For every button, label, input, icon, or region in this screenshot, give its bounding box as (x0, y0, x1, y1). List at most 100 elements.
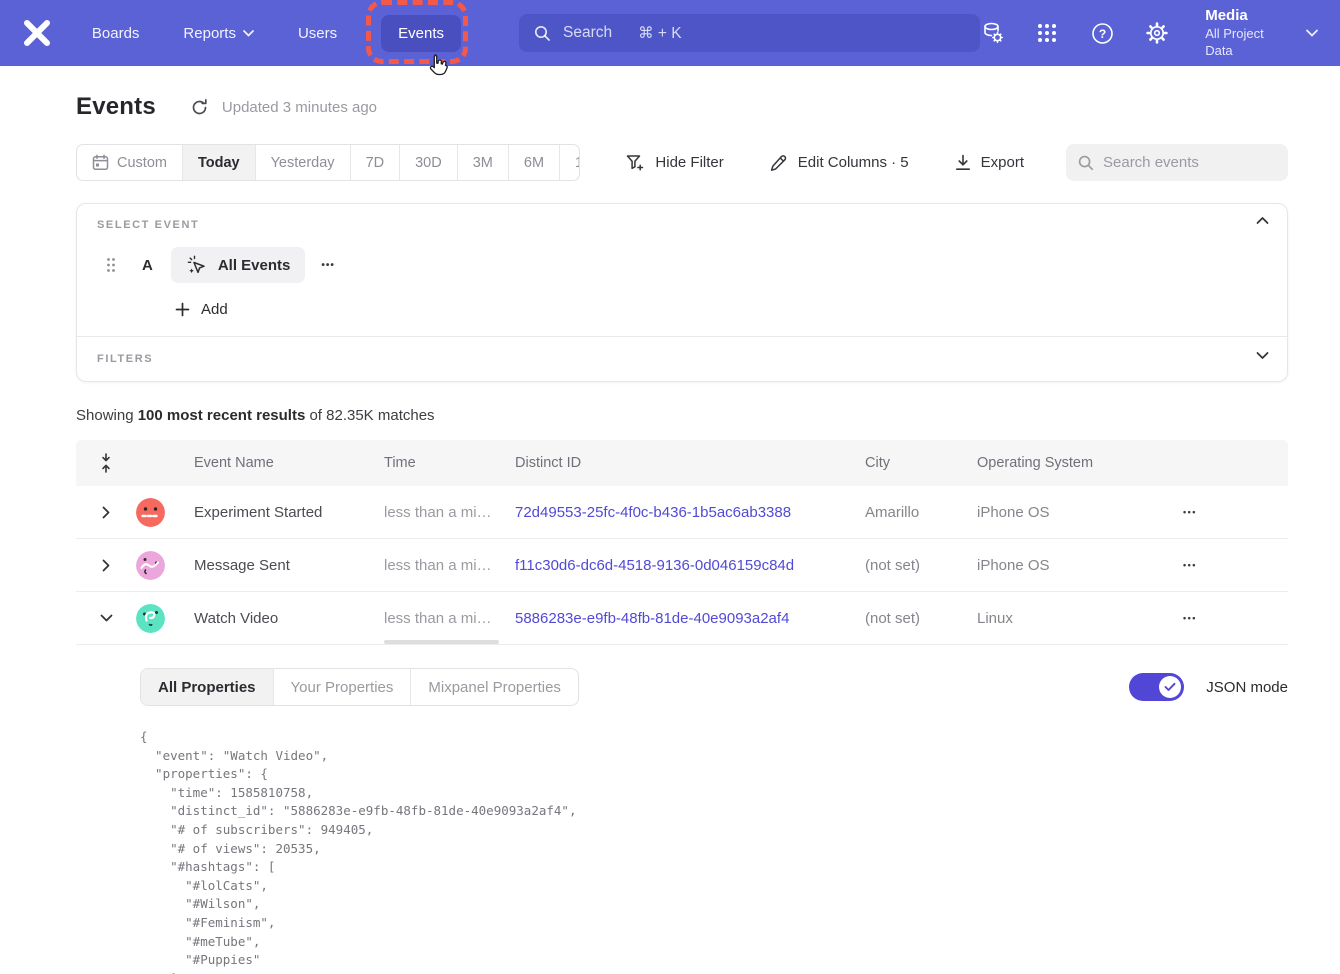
event-more-options-icon[interactable]: ••• (321, 260, 335, 271)
code-line: "#lolCats", (140, 877, 1288, 896)
date-range-today[interactable]: Today (183, 145, 256, 180)
results-summary: Showing 100 most recent results of 82.35… (76, 407, 1288, 424)
code-line: "properties": { (140, 765, 1288, 784)
project-switcher[interactable]: Media All Project Data (1205, 6, 1318, 59)
date-range-custom[interactable]: Custom (77, 145, 183, 180)
nav-item-label: Boards (92, 25, 140, 42)
mixpanel-logo-icon[interactable] (20, 16, 54, 50)
search-icon (534, 25, 551, 42)
drag-handle-icon[interactable] (106, 257, 116, 273)
code-line: "#Puppies" (140, 951, 1288, 970)
collapse-row-chevron-down-icon[interactable] (76, 614, 136, 622)
cell-distinct-id-link[interactable]: 72d49553-25fc-4f0c-b436-1b5ac6ab3388 (515, 504, 865, 521)
expand-row-chevron-right-icon[interactable] (76, 559, 136, 572)
code-line: "#meTube", (140, 933, 1288, 952)
column-header-city[interactable]: City (865, 455, 977, 471)
sparkle-cursor-icon (186, 254, 208, 276)
json-mode-toggle[interactable] (1129, 673, 1184, 701)
date-range-label: 7D (366, 155, 385, 171)
search-icon (1078, 155, 1094, 171)
nav-item-reports[interactable]: Reports (183, 25, 254, 42)
edit-columns-button[interactable]: Edit Columns · 5 (770, 154, 909, 172)
collapse-section-chevron-up-icon[interactable] (1256, 216, 1269, 225)
code-line: "distinct_id": "5886283e-e9fb-48fb-81de-… (140, 802, 1288, 821)
data-management-icon[interactable] (980, 20, 1006, 46)
cell-os: iPhone OS (977, 504, 1167, 521)
title-row: Events Updated 3 minutes ago (76, 93, 1288, 121)
detail-toolbar: All Properties Your Properties Mixpanel … (140, 668, 1288, 706)
download-icon (955, 154, 971, 171)
hide-filter-button[interactable]: Hide Filter (626, 154, 723, 172)
row-more-options-icon[interactable]: ••• (1167, 507, 1288, 517)
date-range-label: 3M (473, 155, 493, 171)
cell-distinct-id-link[interactable]: f11c30d6-dc6d-4518-9136-0d046159c84d (515, 557, 865, 574)
column-header-distinct-id[interactable]: Distinct ID (515, 455, 865, 471)
results-suffix: of 82.35K matches (305, 407, 434, 424)
chevron-down-icon (243, 30, 254, 37)
search-shortcut: ⌘ + K (638, 24, 682, 43)
table-row-expanded[interactable]: Watch Video less than a min... 5886283e-… (76, 592, 1288, 645)
cell-distinct-id-link[interactable]: 5886283e-e9fb-48fb-81de-40e9093a2af4 (515, 610, 865, 627)
nav-item-users[interactable]: Users (298, 25, 337, 42)
date-range-12m[interactable]: 12M (560, 145, 580, 180)
expand-filters-chevron-down-icon[interactable] (1256, 351, 1269, 360)
toolbar-right: Hide Filter Edit Columns · 5 (580, 144, 1288, 181)
tab-all-properties[interactable]: All Properties (141, 669, 274, 705)
code-line: "time": 1585810758, (140, 784, 1288, 803)
select-event-label: SELECT EVENT (97, 219, 1267, 231)
tab-mixpanel-properties[interactable]: Mixpanel Properties (411, 669, 578, 705)
date-range-label: Yesterday (271, 155, 335, 171)
settings-gear-icon[interactable] (1144, 20, 1170, 46)
event-avatar (136, 498, 165, 527)
column-header-event-name[interactable]: Event Name (194, 455, 384, 471)
event-selector-chip[interactable]: All Events (171, 247, 306, 283)
nav-right-group: ? Media All Project Data (980, 6, 1318, 59)
search-events-input[interactable] (1103, 154, 1273, 171)
row-more-options-icon[interactable]: ••• (1167, 613, 1288, 623)
select-event-section: SELECT EVENT A (77, 204, 1287, 336)
column-header-time[interactable]: Time (384, 455, 515, 471)
project-scope: All Project Data (1205, 26, 1294, 60)
collapse-all-rows-icon[interactable] (76, 453, 136, 473)
export-button[interactable]: Export (955, 154, 1024, 171)
date-range-3m[interactable]: 3M (458, 145, 509, 180)
tab-label: Mixpanel Properties (428, 679, 561, 696)
page-title: Events (76, 93, 156, 121)
date-range-control: Custom Today Yesterday 7D 30D 3M 6M 12M (76, 144, 580, 181)
global-search-input[interactable]: Search ⌘ + K (519, 14, 980, 52)
event-avatar (136, 604, 165, 633)
nav-item-boards[interactable]: Boards (92, 25, 140, 42)
add-label: Add (201, 301, 228, 318)
filter-funnel-icon (626, 154, 645, 172)
date-range-yesterday[interactable]: Yesterday (256, 145, 351, 180)
event-query-row: A All Events ••• (97, 247, 1267, 283)
cell-event-name: Watch Video (194, 610, 384, 627)
cursor-hand-icon (427, 53, 449, 77)
event-detail-panel: All Properties Your Properties Mixpanel … (76, 645, 1288, 974)
cell-os: Linux (977, 610, 1167, 627)
code-line: "#Feminism", (140, 914, 1288, 933)
plus-icon (175, 302, 190, 317)
nav-item-events[interactable]: Events (381, 15, 461, 52)
table-row[interactable]: Message Sent less than a min... f11c30d6… (76, 539, 1288, 592)
date-range-30d[interactable]: 30D (400, 145, 458, 180)
date-range-label: 30D (415, 155, 442, 171)
expand-row-chevron-right-icon[interactable] (76, 506, 136, 519)
add-event-button[interactable]: Add (175, 301, 1267, 318)
code-line: { (140, 728, 1288, 747)
page-content: Events Updated 3 minutes ago Custom (0, 93, 1340, 974)
tab-your-properties[interactable]: Your Properties (274, 669, 412, 705)
refresh-icon[interactable] (190, 98, 209, 117)
date-range-7d[interactable]: 7D (351, 145, 401, 180)
horizontal-scrollbar-thumb[interactable] (384, 640, 499, 644)
table-row[interactable]: Experiment Started less than a min... 72… (76, 486, 1288, 539)
cell-os: iPhone OS (977, 557, 1167, 574)
apps-grid-icon[interactable] (1035, 20, 1061, 46)
cell-time: less than a min... (384, 557, 515, 574)
help-icon[interactable]: ? (1089, 20, 1115, 46)
row-more-options-icon[interactable]: ••• (1167, 560, 1288, 570)
date-range-6m[interactable]: 6M (509, 145, 560, 180)
code-line: "#hashtags": [ (140, 858, 1288, 877)
column-header-os[interactable]: Operating System (977, 455, 1167, 471)
pencil-icon (770, 154, 788, 172)
